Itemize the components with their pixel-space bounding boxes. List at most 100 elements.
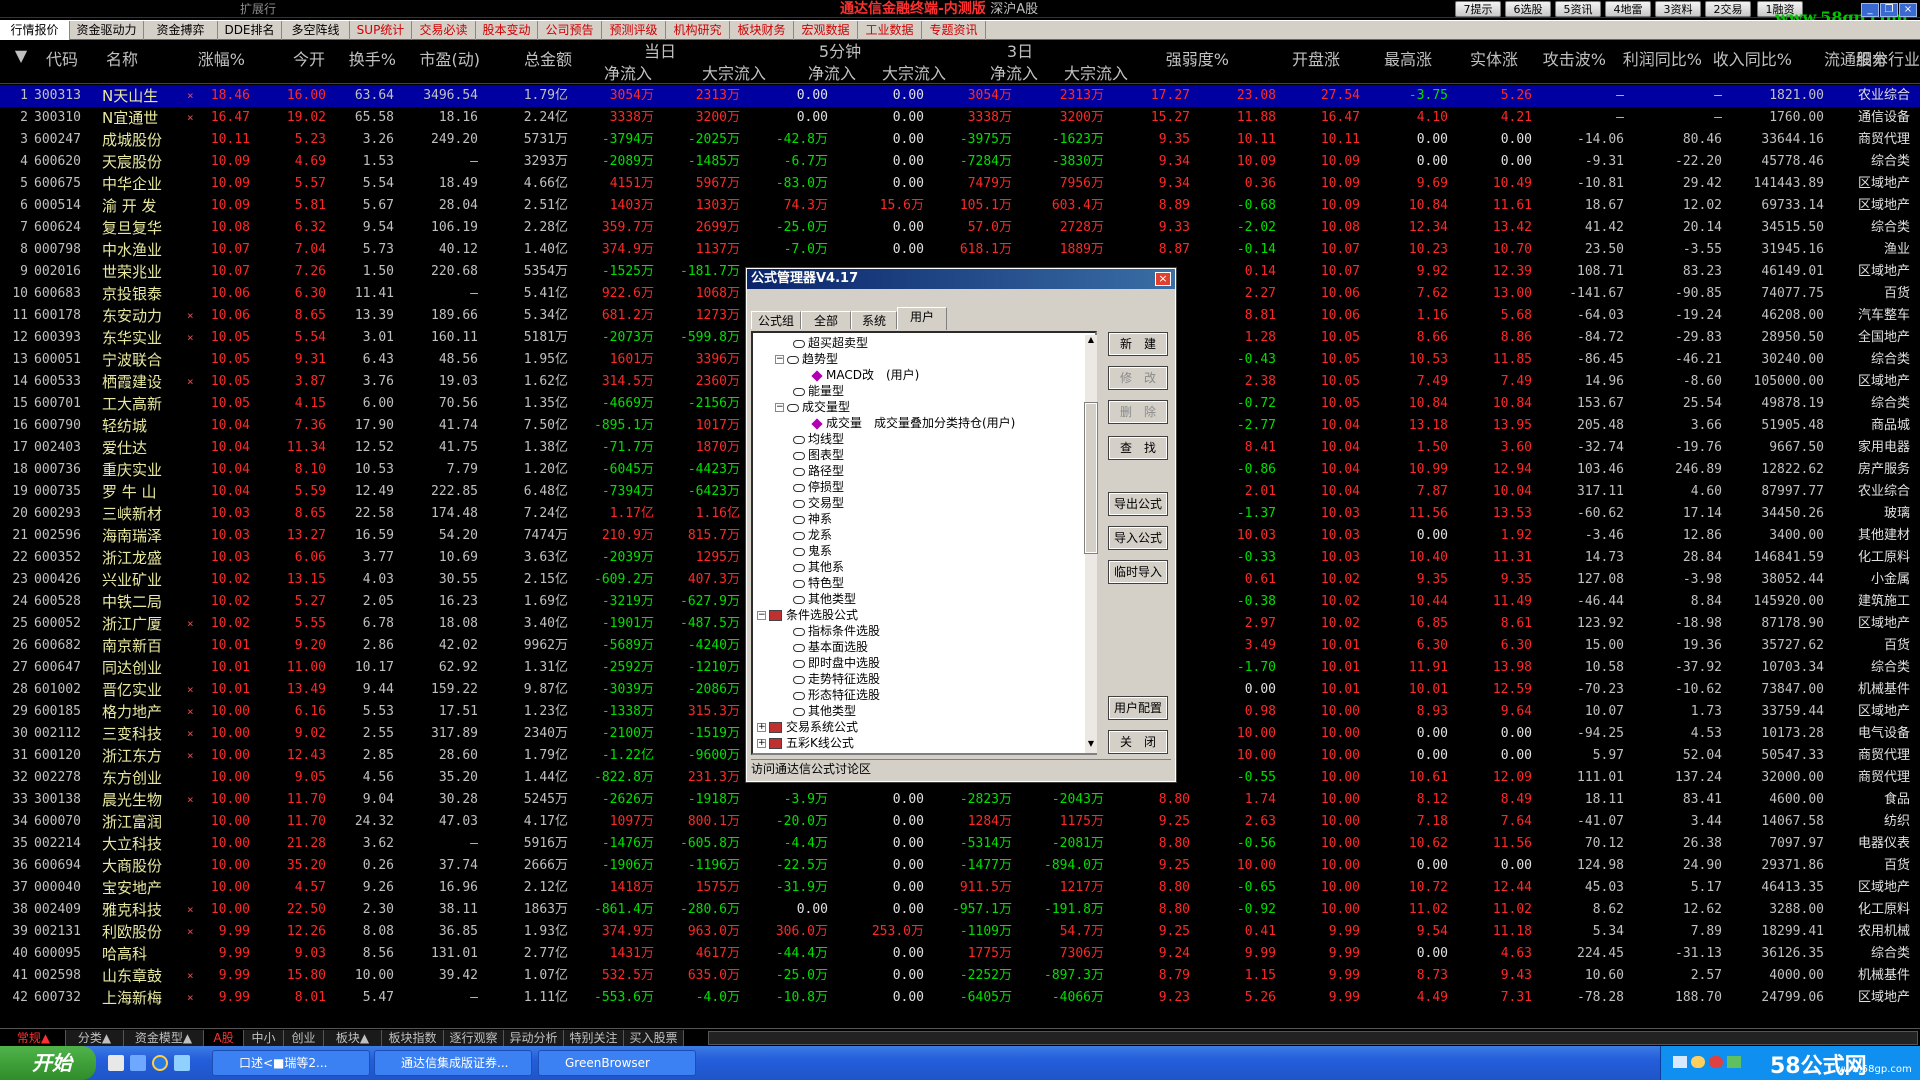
- table-row[interactable]: 40 600095 哈高科 9.99 9.03 8.56 131.01 2.77亿 1431万 4…: [0, 943, 1920, 965]
- export-formula-button[interactable]: 导出公式: [1108, 492, 1168, 516]
- dialog-close-icon[interactable]: ×: [1155, 272, 1171, 286]
- table-row[interactable]: 8 000798 中水渔业 10.07 7.04 5.73 40.12 1.40亿 374.9万…: [0, 239, 1920, 261]
- tree-node[interactable]: + 交易系统公式: [757, 719, 858, 735]
- top-tab[interactable]: 机构研究: [666, 21, 730, 40]
- tree-node[interactable]: 停损型: [793, 479, 844, 495]
- top-tab[interactable]: 资金搏弈: [144, 21, 218, 40]
- bottom-tab[interactable]: 板块指数: [382, 1030, 444, 1046]
- top-tab[interactable]: 股本变动: [476, 21, 538, 40]
- user-config-button[interactable]: 用户配置: [1108, 696, 1168, 720]
- tree-node[interactable]: 交易型: [793, 495, 844, 511]
- tree-node[interactable]: 均线型: [793, 431, 844, 447]
- column-header[interactable]: 净流入: [964, 64, 1038, 84]
- column-header[interactable]: 名称: [106, 42, 166, 78]
- dialog-tab[interactable]: 公式组: [751, 311, 801, 329]
- column-header[interactable]: 收入同比%: [1710, 42, 1792, 78]
- bottom-tab[interactable]: 分类▲: [66, 1030, 124, 1046]
- collapse-icon[interactable]: −: [757, 611, 766, 620]
- bottom-tab[interactable]: 特别关注: [564, 1030, 624, 1046]
- tool-button[interactable]: 5资讯: [1555, 1, 1601, 17]
- column-header[interactable]: 市盈(动): [412, 42, 481, 78]
- network-icon[interactable]: [1673, 1056, 1687, 1068]
- top-tab[interactable]: 资金驱动力: [70, 21, 144, 40]
- volume-icon[interactable]: [1727, 1056, 1741, 1068]
- bottom-tab[interactable]: 创业: [284, 1030, 324, 1046]
- tree-node[interactable]: − 成交量型: [775, 399, 850, 415]
- tree-node[interactable]: 成交量 成交量叠加分类持仓(用户): [811, 415, 1015, 431]
- column-header[interactable]: 当日: [640, 42, 680, 62]
- dialog-tab[interactable]: 全部: [801, 311, 851, 329]
- tree-node[interactable]: 特色型: [793, 575, 844, 591]
- column-header[interactable]: 换手%: [332, 42, 396, 78]
- dialog-tab[interactable]: 用户: [897, 307, 947, 330]
- table-row[interactable]: 38 002409 雅克科技 10.00 22.50 2.30 38.11 1863万 -861…: [0, 899, 1920, 921]
- dialog-tab[interactable]: 系统: [851, 311, 897, 329]
- top-tab[interactable]: 多空阵线: [282, 21, 350, 40]
- scroll-up-icon[interactable]: ▲: [1085, 335, 1097, 347]
- column-header[interactable]: 开盘涨幅%: [1270, 42, 1340, 105]
- close-icon[interactable]: ×: [1899, 3, 1917, 17]
- top-tab[interactable]: 专题资讯: [922, 21, 986, 40]
- tray-app-icon[interactable]: [1691, 1056, 1705, 1068]
- top-tab[interactable]: 公司预告: [538, 21, 602, 40]
- column-header[interactable]: 今开: [263, 42, 325, 78]
- collapse-icon[interactable]: −: [775, 355, 784, 364]
- taskbar-task[interactable]: GreenBrowser: [538, 1050, 696, 1076]
- top-tab[interactable]: 行情报价: [0, 21, 70, 40]
- table-row[interactable]: 42 600732 上海新梅 9.99 8.01 5.47 – 1.11亿 -553.6万 -4.…: [0, 987, 1920, 1009]
- top-tab[interactable]: 工业数据: [858, 21, 922, 40]
- tree-node[interactable]: 走势特征选股: [793, 671, 880, 687]
- column-header[interactable]: 净流入: [782, 64, 856, 84]
- table-row[interactable]: 6 000514 渝 开 发 10.09 5.81 5.67 28.04 2.51亿 1403万…: [0, 195, 1920, 217]
- tree-node[interactable]: 神系: [793, 511, 832, 527]
- find-button[interactable]: 查 找: [1108, 436, 1168, 460]
- bottom-tab[interactable]: 买入股票: [624, 1030, 684, 1046]
- dialog-status[interactable]: 访问通达信公式讨论区: [751, 759, 1171, 777]
- table-row[interactable]: 36 600694 大商股份 10.00 35.20 0.26 37.74 2666万 -190…: [0, 855, 1920, 877]
- tree-node[interactable]: 路径型: [793, 463, 844, 479]
- tree-node[interactable]: 龙系: [793, 527, 832, 543]
- top-tab[interactable]: 预测评级: [602, 21, 666, 40]
- minimize-icon[interactable]: _: [1861, 3, 1879, 17]
- bottom-tab[interactable]: 资金模型▲: [124, 1030, 204, 1046]
- temp-import-button[interactable]: 临时导入: [1108, 560, 1168, 584]
- tree-node[interactable]: − 条件选股公式: [757, 607, 858, 623]
- table-row[interactable]: 35 002214 大立科技 10.00 21.28 3.62 – 5916万 -1476万 -6…: [0, 833, 1920, 855]
- tree-node[interactable]: 能量型: [793, 383, 844, 399]
- tool-button[interactable]: 7提示: [1455, 1, 1501, 17]
- tree-node[interactable]: 鬼系: [793, 543, 832, 559]
- scroll-down-icon[interactable]: ▼: [1085, 739, 1097, 751]
- tree-node[interactable]: 其他类型: [793, 591, 856, 607]
- tree-node[interactable]: 其他系: [793, 559, 844, 575]
- column-header[interactable]: 代码: [46, 42, 96, 78]
- column-header[interactable]: ▼: [14, 42, 28, 70]
- column-header[interactable]: 净流入: [578, 64, 652, 84]
- column-header[interactable]: 3日: [1004, 42, 1036, 62]
- column-header[interactable]: 强弱度%: [1165, 42, 1229, 78]
- tree-node[interactable]: 超买超卖型: [793, 335, 868, 351]
- security-icon[interactable]: [1709, 1056, 1723, 1068]
- column-header[interactable]: 细分行业: [1842, 42, 1920, 78]
- table-row[interactable]: 4 600620 天宸股份 10.09 4.69 1.53 – 3293万 -2089万 -148…: [0, 151, 1920, 173]
- column-header[interactable]: 总金额: [500, 42, 572, 78]
- column-header[interactable]: 涨幅%: [185, 42, 245, 78]
- column-header[interactable]: 5分钟: [815, 42, 865, 62]
- top-tab[interactable]: 板块财务: [730, 21, 794, 40]
- table-row[interactable]: 34 600070 浙江富润 10.00 11.70 24.32 47.03 4.17亿 109…: [0, 811, 1920, 833]
- bottom-tab[interactable]: 板块▲: [324, 1030, 382, 1046]
- import-formula-button[interactable]: 导入公式: [1108, 526, 1168, 550]
- table-row[interactable]: 37 000040 宝安地产 10.00 4.57 9.26 16.96 2.12亿 1418万…: [0, 877, 1920, 899]
- bottom-tab[interactable]: 异动分析: [504, 1030, 564, 1046]
- ie-icon[interactable]: [152, 1055, 168, 1071]
- browser-icon[interactable]: [174, 1055, 190, 1071]
- edit-button[interactable]: 修 改: [1108, 366, 1168, 390]
- tree-node[interactable]: 即时盘中选股: [793, 655, 880, 671]
- delete-button[interactable]: 删 除: [1108, 400, 1168, 424]
- bottom-tab[interactable]: 逐行观察: [444, 1030, 504, 1046]
- dialog-close-button[interactable]: 关 闭: [1108, 730, 1168, 754]
- tool-button[interactable]: 6选股: [1505, 1, 1551, 17]
- tool-button[interactable]: 3资料: [1655, 1, 1701, 17]
- top-tab[interactable]: SUP统计: [350, 21, 412, 40]
- bottom-tab[interactable]: 中小: [244, 1030, 284, 1046]
- table-row[interactable]: 33 300138 晨光生物 10.00 11.70 9.04 30.28 5245万 -262…: [0, 789, 1920, 811]
